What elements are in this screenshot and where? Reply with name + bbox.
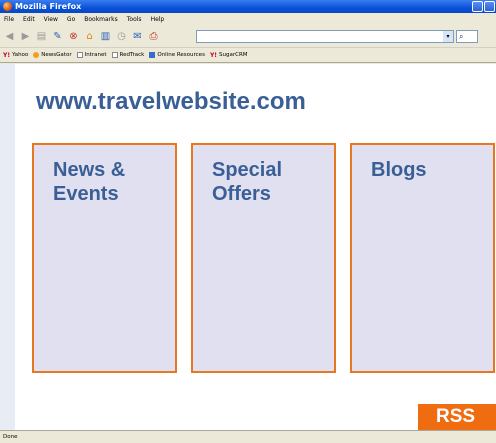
bookmark-yahoo[interactable]: Y! Yahoo — [3, 52, 28, 59]
back-icon[interactable]: ◀ — [3, 30, 16, 43]
bookmark-redtrack[interactable]: RedTrack — [111, 52, 145, 58]
edit-icon[interactable]: ✎ — [51, 30, 64, 43]
maximize-button[interactable] — [484, 1, 495, 12]
bookmark-label: Yahoo — [12, 52, 29, 58]
chevron-down-icon[interactable]: ▾ — [443, 31, 453, 42]
stop-icon[interactable]: ⊗ — [67, 30, 80, 43]
navigation-toolbar: ◀ ▶ ▤ ✎ ⊗ ⌂ ▥ ◷ ✉ ⎙ ▾ ⌕ — [0, 26, 496, 48]
folder-icon — [149, 52, 156, 58]
bookmarks-icon[interactable]: ▥ — [99, 30, 112, 43]
minimize-button[interactable] — [472, 1, 483, 12]
window-title: Mozilla Firefox — [15, 2, 82, 11]
forward-icon[interactable]: ▶ — [19, 30, 32, 43]
card-label: Blogs — [371, 159, 427, 181]
page-icon — [76, 52, 83, 58]
bookmarks-toolbar: Y! Yahoo NewsGator Intranet RedTrack Onl… — [0, 48, 496, 63]
page-content: www.travelwebsite.com News & Events Spec… — [15, 64, 496, 430]
status-bar: Done — [0, 430, 496, 443]
go-button[interactable]: ⌕ — [456, 30, 478, 43]
menu-bar: File Edit View Go Bookmarks Tools Help — [0, 13, 496, 26]
bookmark-label: SugarCRM — [219, 52, 248, 58]
bookmark-intranet[interactable]: Intranet — [76, 52, 107, 58]
card-special-offers[interactable]: Special Offers — [191, 143, 336, 373]
bookmark-label: RedTrack — [119, 52, 145, 58]
home-icon[interactable]: ⌂ — [83, 30, 96, 43]
bookmark-sugarcrm[interactable]: Y! SugarCRM — [210, 52, 248, 59]
left-margin — [0, 64, 15, 430]
yahoo-icon: Y! — [3, 51, 11, 59]
search-icon: ⌕ — [459, 31, 464, 41]
print-icon[interactable]: ▤ — [35, 30, 48, 43]
newsgator-icon — [33, 52, 40, 58]
mail-icon[interactable]: ✉ — [131, 30, 144, 43]
menu-help[interactable]: Help — [151, 16, 165, 23]
bookmark-online-resources[interactable]: Online Resources — [149, 52, 205, 58]
bookmark-label: NewsGator — [41, 52, 72, 58]
window-controls — [472, 1, 495, 12]
menu-view[interactable]: View — [44, 16, 58, 23]
site-title[interactable]: www.travelwebsite.com — [36, 88, 306, 116]
url-bar[interactable]: ▾ — [196, 30, 454, 43]
menu-file[interactable]: File — [4, 16, 14, 23]
status-text: Done — [3, 434, 18, 440]
card-label: Special Offers — [212, 159, 283, 205]
page-icon — [111, 52, 118, 58]
bookmark-label: Intranet — [84, 52, 107, 58]
firefox-icon — [3, 2, 12, 11]
rss-button[interactable]: RSS — [418, 404, 496, 430]
card-news-events[interactable]: News & Events — [32, 143, 177, 373]
menu-edit[interactable]: Edit — [23, 16, 35, 23]
bookmark-label: Online Resources — [157, 52, 205, 58]
card-blogs[interactable]: Blogs — [350, 143, 495, 373]
menu-go[interactable]: Go — [67, 16, 75, 23]
print-preview-icon[interactable]: ⎙ — [147, 30, 160, 43]
history-icon[interactable]: ◷ — [115, 30, 128, 43]
menu-bookmarks[interactable]: Bookmarks — [84, 16, 118, 23]
bookmark-newsgator[interactable]: NewsGator — [33, 52, 72, 58]
yahoo-icon: Y! — [209, 51, 218, 59]
title-bar: Mozilla Firefox — [0, 0, 496, 13]
card-label: News & Events — [53, 159, 126, 205]
menu-tools[interactable]: Tools — [127, 16, 142, 23]
